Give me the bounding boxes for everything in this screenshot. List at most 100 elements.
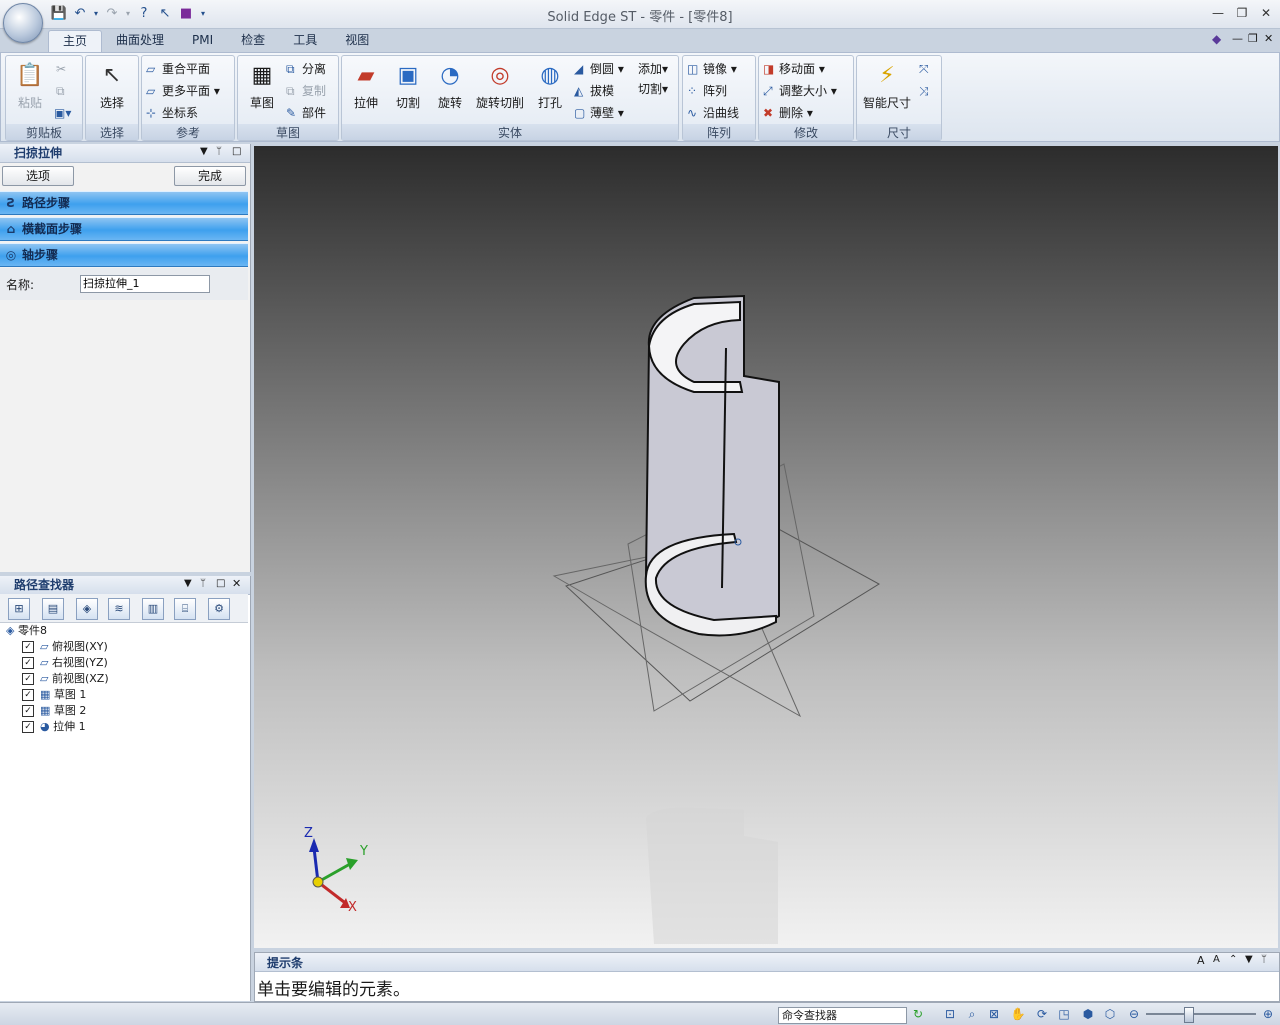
pf-close-icon[interactable]: ✕ — [232, 577, 241, 590]
move-face-button[interactable]: ◨ 移动面 ▾ — [763, 60, 825, 78]
part-icon[interactable]: ■ — [177, 5, 195, 23]
minimize-icon[interactable]: — — [1208, 4, 1228, 22]
cut-dropdown[interactable]: 切割▾ — [638, 80, 668, 98]
dimension-x-icon[interactable]: ⤧ — [919, 60, 929, 78]
extrude-button[interactable]: ▰ 拉伸 — [344, 62, 388, 111]
tree-item-extrude-1[interactable]: ✓ ◕ 拉伸 1 — [22, 719, 86, 735]
zoom-slider-track[interactable] — [1146, 1013, 1256, 1015]
finish-button[interactable]: 完成 — [174, 166, 246, 186]
coord-sys-button[interactable]: ⊹ 坐标系 — [146, 104, 198, 122]
thin-wall-button[interactable]: ▢ 薄壁 ▾ — [574, 104, 624, 122]
separate-button[interactable]: ⧉ 分离 — [286, 60, 326, 78]
select-button[interactable]: ↖ 选择 — [90, 62, 134, 111]
tab-tools[interactable]: 工具 — [279, 30, 331, 52]
undo-dropdown-icon[interactable]: ▾ — [92, 5, 100, 23]
name-input[interactable] — [80, 275, 210, 293]
cross-section-step-bar[interactable]: ⌂ 横截面步骤 — [0, 217, 248, 241]
pf-maximize-icon[interactable]: □ — [216, 578, 225, 589]
rotate-icon[interactable]: ⟳ — [1034, 1006, 1050, 1022]
stack-icon[interactable]: ≋ — [108, 598, 130, 620]
spin-about-icon[interactable]: ◳ — [1056, 1006, 1072, 1022]
zoom-out-icon[interactable]: ⊖ — [1126, 1006, 1142, 1022]
maximize-icon[interactable]: ❐ — [1232, 4, 1252, 22]
application-button[interactable] — [3, 3, 43, 43]
fit-icon[interactable]: ⊠ — [986, 1006, 1002, 1022]
view-cube-icon[interactable]: ⬢ — [1080, 1006, 1096, 1022]
help-pointer-icon[interactable]: ? — [135, 5, 153, 23]
more-planes-button[interactable]: ▱ 更多平面 ▾ — [146, 82, 220, 100]
zoom-area-icon[interactable]: ⊡ — [942, 1006, 958, 1022]
font-larger-icon[interactable]: A — [1197, 954, 1205, 967]
view-orient-icon[interactable]: ⬡ — [1102, 1006, 1118, 1022]
paste-special-icon[interactable]: ▣▾ — [54, 104, 71, 122]
prompt-dropdown-icon[interactable]: ▼ — [1245, 954, 1253, 965]
doc-restore-icon[interactable]: ❐ — [1248, 32, 1258, 45]
tree-item-top-view[interactable]: ✓ ▱ 俯视图(XY) — [22, 639, 108, 655]
cut-button[interactable]: ▣ 切割 — [386, 62, 430, 111]
undo-icon[interactable]: ↶ — [71, 5, 89, 23]
part-button[interactable]: ✎ 部件 — [286, 104, 326, 122]
zoom-icon[interactable]: ⌕ — [964, 1006, 980, 1022]
tree-item-right-view[interactable]: ✓ ▱ 右视图(YZ) — [22, 655, 108, 671]
options-button[interactable]: 选项 — [2, 166, 74, 186]
redo-dropdown-icon[interactable]: ▾ — [124, 5, 132, 23]
pan-icon[interactable]: ✋ — [1010, 1006, 1026, 1022]
save-icon[interactable]: 💾 — [50, 5, 68, 23]
tree-item-front-view[interactable]: ✓ ▱ 前视图(XZ) — [22, 671, 109, 687]
smart-dimension-button[interactable]: ⚡ 智能尺寸 — [859, 62, 915, 111]
copy-sketch-button[interactable]: ⧉ 复制 — [286, 82, 326, 100]
settings-icon[interactable]: ⚙ — [208, 598, 230, 620]
paste-button[interactable]: 📋 粘贴 — [8, 62, 52, 111]
redo-icon[interactable]: ↷ — [103, 5, 121, 23]
doc-minimize-icon[interactable]: — — [1232, 32, 1243, 45]
revolve-button[interactable]: ◔ 旋转 — [428, 62, 472, 111]
coincident-plane-button[interactable]: ▱ 重合平面 — [146, 60, 210, 78]
delete-button[interactable]: ✖ 删除 ▾ — [763, 104, 813, 122]
checkbox-icon[interactable]: ✓ — [22, 657, 34, 669]
font-smaller-icon[interactable]: A — [1213, 954, 1220, 965]
round-button[interactable]: ◢ 倒圆 ▾ — [574, 60, 624, 78]
dimension-angle-icon[interactable]: ⤨ — [919, 82, 929, 100]
features-icon[interactable]: ◈ — [76, 598, 98, 620]
customize-dropdown-icon[interactable]: ▾ — [198, 5, 208, 23]
command-finder-input[interactable]: 命令查找器 — [778, 1007, 907, 1024]
camera-icon[interactable]: ⌸ — [174, 598, 196, 620]
revolve-cut-button[interactable]: ◎ 旋转切削 — [472, 62, 528, 111]
tab-pmi[interactable]: PMI — [178, 30, 227, 52]
checkbox-icon[interactable]: ✓ — [22, 721, 34, 733]
axis-step-bar[interactable]: ◎ 轴步骤 — [0, 243, 248, 267]
tab-surfacing[interactable]: 曲面处理 — [102, 30, 178, 52]
doc-close-icon[interactable]: ✕ — [1264, 32, 1273, 45]
pf-dropdown-icon[interactable]: ▼ — [184, 578, 192, 589]
tab-home[interactable]: 主页 — [48, 30, 103, 53]
graphics-viewport[interactable]: Z Y X — [254, 146, 1278, 948]
checkbox-icon[interactable]: ✓ — [22, 689, 34, 701]
collapse-icon[interactable]: ⌃ — [1229, 954, 1237, 965]
resize-button[interactable]: ⤢ 调整大小 ▾ — [763, 82, 837, 100]
sketch-button[interactable]: ▦ 草图 — [240, 62, 284, 111]
checkbox-icon[interactable]: ✓ — [22, 641, 34, 653]
mirror-button[interactable]: ◫ 镜像 ▾ — [687, 60, 737, 78]
panel-dropdown-icon[interactable]: ▼ — [200, 146, 208, 157]
help-book-icon[interactable]: ◆ — [1212, 32, 1221, 46]
tree-view-icon[interactable]: ⊞ — [8, 598, 30, 620]
draft-button[interactable]: ◭ 拔模 — [574, 82, 614, 100]
add-dropdown[interactable]: 添加▾ — [638, 60, 668, 78]
panel-maximize-icon[interactable]: □ — [232, 146, 241, 157]
tab-view[interactable]: 视图 — [331, 30, 383, 52]
hole-button[interactable]: ◍ 打孔 — [528, 62, 572, 111]
tree-root[interactable]: ◈ 零件8 — [6, 623, 47, 639]
tree-item-sketch-2[interactable]: ✓ ▦ 草图 2 — [22, 703, 86, 719]
along-curve-button[interactable]: ∿ 沿曲线 — [687, 104, 739, 122]
panel-pin-icon[interactable]: ᛘ — [216, 146, 222, 157]
layers-icon[interactable]: ▤ — [42, 598, 64, 620]
copy-icon[interactable]: ⧉ — [56, 82, 65, 100]
path-step-bar[interactable]: Ƨ 路径步骤 — [0, 191, 248, 215]
prompt-pin-icon[interactable]: ᛘ — [1261, 954, 1267, 965]
tab-inspect[interactable]: 检查 — [227, 30, 279, 52]
select-arrow-icon[interactable]: ↖ — [156, 5, 174, 23]
refresh-icon[interactable]: ↻ — [910, 1006, 926, 1022]
zoom-slider-thumb[interactable] — [1184, 1007, 1194, 1023]
close-icon[interactable]: ✕ — [1256, 4, 1276, 22]
tree-item-sketch-1[interactable]: ✓ ▦ 草图 1 — [22, 687, 86, 703]
